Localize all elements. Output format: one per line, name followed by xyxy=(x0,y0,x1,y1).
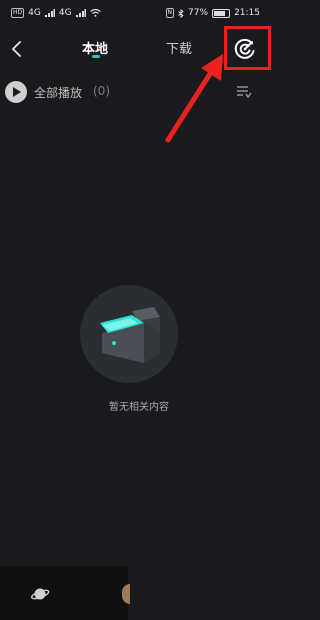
battery-percent: 77% xyxy=(188,8,209,18)
nfc-icon: N xyxy=(165,8,175,18)
avatar[interactable] xyxy=(122,584,130,604)
play-icon xyxy=(13,87,21,97)
play-all-row: 全部播放 (0) xyxy=(0,78,278,106)
planet-icon[interactable] xyxy=(30,584,50,604)
signal-icon-2 xyxy=(75,9,86,17)
empty-box-icon xyxy=(100,307,160,363)
network-label: 4G xyxy=(28,8,41,18)
battery-fill xyxy=(214,10,225,16)
hd-badge: HD xyxy=(11,8,25,18)
tab-indicator xyxy=(92,55,100,58)
highlight-box xyxy=(224,26,271,70)
status-left: HD 4G 4G xyxy=(11,8,101,18)
play-all-label[interactable]: 全部播放 xyxy=(34,84,82,101)
status-right: N 77% 21:15 xyxy=(165,8,260,18)
signal-icon xyxy=(44,9,55,17)
network-label-2: 4G xyxy=(58,8,72,18)
clock: 21:15 xyxy=(234,8,260,18)
bluetooth-icon xyxy=(178,8,184,18)
back-icon[interactable] xyxy=(6,38,28,60)
battery-icon xyxy=(212,8,231,18)
empty-state-illustration xyxy=(80,285,178,383)
play-all-count: (0) xyxy=(93,84,110,98)
bottom-bar xyxy=(0,566,130,620)
empty-state-message: 暂无相关内容 xyxy=(109,402,169,413)
sort-list-icon[interactable] xyxy=(236,84,252,100)
wifi-icon xyxy=(89,9,101,17)
play-all-button[interactable] xyxy=(5,81,27,103)
